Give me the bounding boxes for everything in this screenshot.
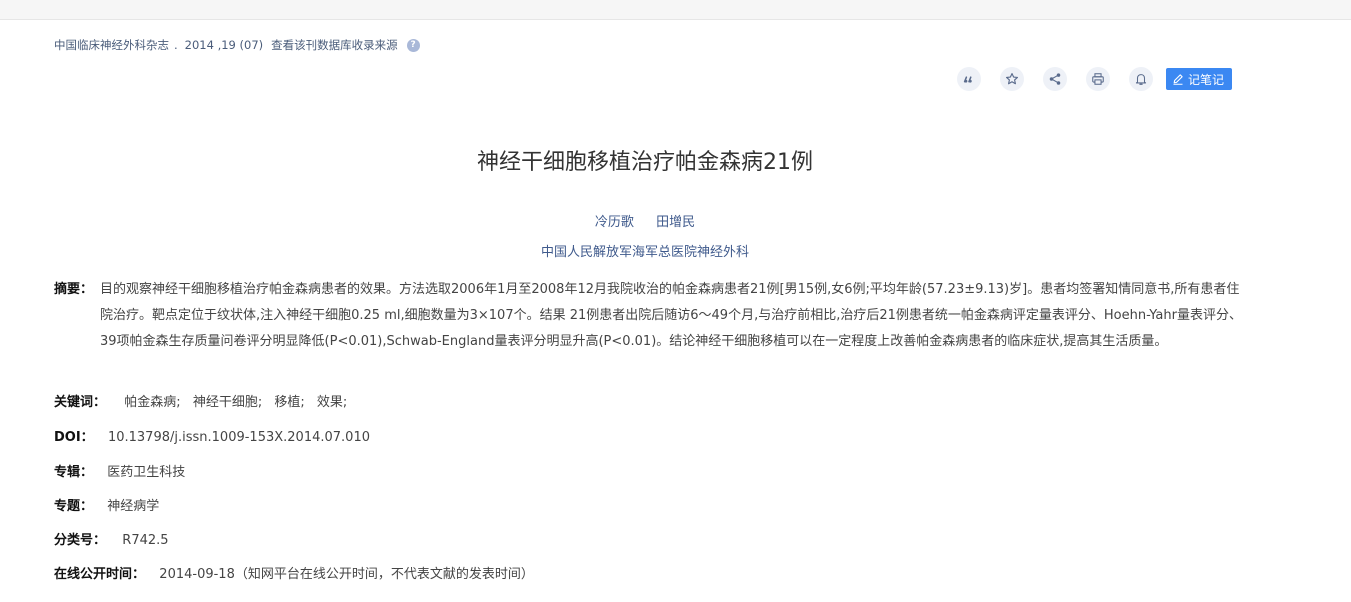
- take-note-button[interactable]: 记笔记: [1166, 68, 1233, 90]
- help-icon[interactable]: ?: [406, 38, 420, 52]
- journal-link[interactable]: 中国临床神经外科杂志: [54, 37, 169, 53]
- top-bar: [0, 0, 1351, 20]
- keyword-link[interactable]: 效果;: [317, 395, 347, 410]
- author-link[interactable]: 冷历歌: [595, 215, 634, 230]
- series-row: 专辑： 医药卫生科技: [54, 461, 185, 480]
- series-label: 专辑：: [54, 465, 94, 480]
- take-note-label: 记笔记: [1188, 72, 1225, 87]
- source-info: 中国临床神经外科杂志 . 2014 ,19 (07) 查看该刊数据库收录来源 ?: [54, 37, 420, 53]
- keywords-row: 关键词： 帕金森病; 神经干细胞; 移植; 效果;: [54, 391, 355, 410]
- share-icon: [1049, 73, 1061, 85]
- notify-button[interactable]: [1129, 67, 1153, 91]
- favorite-button[interactable]: [1000, 67, 1024, 91]
- share-button[interactable]: [1043, 67, 1067, 91]
- classification-value: R742.5: [122, 533, 169, 548]
- classification-row: 分类号： R742.5: [54, 529, 169, 548]
- print-icon: [1092, 73, 1104, 85]
- article-title: 神经干细胞移植治疗帕金森病21例: [477, 150, 813, 175]
- issue-link[interactable]: 2014 ,19 (07): [185, 38, 263, 52]
- keyword-link[interactable]: 神经干细胞;: [193, 395, 262, 410]
- author-list: 冷历歌 田增民: [0, 211, 1290, 230]
- print-button[interactable]: [1086, 67, 1110, 91]
- author-organization[interactable]: 中国人民解放军海军总医院神经外科: [0, 241, 1290, 260]
- db-source-link[interactable]: 查看该刊数据库收录来源: [271, 37, 398, 53]
- quote-icon: [963, 76, 972, 83]
- keywords-label: 关键词：: [54, 395, 107, 410]
- abstract-text: 目的观察神经干细胞移植治疗帕金森病患者的效果。方法选取2006年1月至2008年…: [100, 282, 1242, 349]
- doi-value: 10.13798/j.issn.1009-153X.2014.07.010: [107, 430, 370, 445]
- topic-row: 专题： 神经病学: [54, 495, 159, 514]
- abstract-label: 摘要：: [54, 282, 94, 297]
- classification-label: 分类号：: [54, 533, 107, 548]
- keyword-link[interactable]: 帕金森病;: [124, 395, 180, 410]
- keyword-link[interactable]: 移植;: [274, 395, 304, 410]
- article-toolbar: 记笔记: [957, 67, 1233, 91]
- online-date-value: 2014-09-18（知网平台在线公开时间，不代表文献的发表时间）: [159, 567, 534, 582]
- doi-row: DOI： 10.13798/j.issn.1009-153X.2014.07.0…: [54, 426, 370, 445]
- source-dot: .: [174, 38, 178, 52]
- topic-label: 专题：: [54, 499, 94, 514]
- bell-icon: [1135, 74, 1147, 85]
- pencil-icon: [1173, 74, 1183, 85]
- series-value: 医药卫生科技: [107, 465, 186, 480]
- topic-value: 神经病学: [107, 499, 160, 514]
- doi-label: DOI：: [54, 430, 94, 445]
- cite-button[interactable]: [957, 67, 981, 91]
- online-date-row: 在线公开时间： 2014-09-18（知网平台在线公开时间，不代表文献的发表时间…: [54, 563, 534, 582]
- abstract-section: 摘要： 目的观察神经干细胞移植治疗帕金森病患者的效果。方法选取2006年1月至2…: [54, 277, 1244, 355]
- online-date-label: 在线公开时间：: [54, 567, 146, 582]
- author-link[interactable]: 田增民: [656, 215, 695, 230]
- star-icon: [1006, 73, 1018, 85]
